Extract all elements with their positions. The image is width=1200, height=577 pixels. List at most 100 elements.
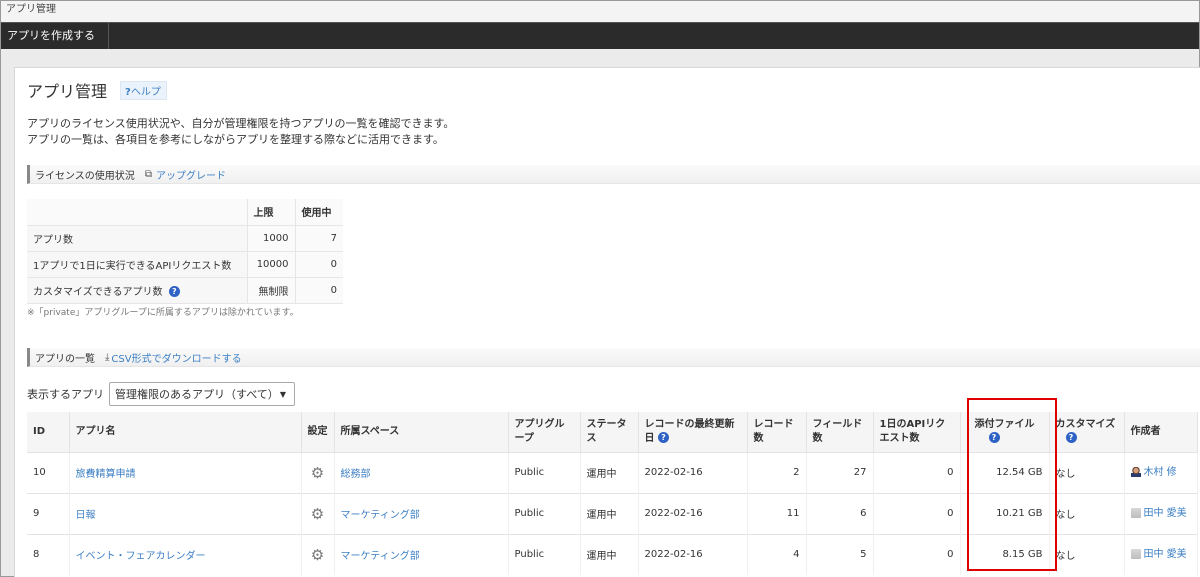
creator-link[interactable]: 田中 愛美 — [1144, 508, 1187, 519]
apps-section-header: アプリの一覧 ⤓ CSV形式でダウンロードする — [27, 348, 1200, 367]
license-table-header: 上限 使用中 — [27, 199, 343, 226]
row-name-cell: 旅費精算申請 — [69, 451, 302, 493]
license-row-used: 0 — [294, 277, 343, 304]
apps-table-header: ID アプリ名 設定 所属スペース アプリグループ ステータス レコードの最終更… — [27, 412, 1198, 452]
create-app-button[interactable]: アプリを作成する — [1, 23, 109, 49]
toolbar: アプリを作成する — [1, 22, 1199, 49]
row-id: 10 — [27, 451, 70, 493]
page-title: アプリ管理 — [27, 82, 108, 101]
space-link[interactable]: マーケティング部 — [341, 510, 420, 521]
row-api: 0 — [873, 533, 961, 575]
row-id: 9 — [27, 492, 70, 534]
question-icon[interactable]: ? — [988, 432, 1000, 444]
table-row: 10 旅費精算申請 ⚙ 総務部 Public 運用中 2022-02-16 2 … — [27, 451, 1198, 493]
col-api-requests[interactable]: 1日のAPIリクエスト数 — [873, 412, 961, 452]
csv-download-link[interactable]: CSV形式でダウンロードする — [111, 350, 241, 365]
row-fields: 27 — [806, 451, 874, 493]
col-last-updated[interactable]: レコードの最終更新日 ? — [638, 412, 748, 452]
row-space-cell: マーケティング部 — [334, 492, 509, 534]
gear-icon[interactable]: ⚙ — [301, 451, 335, 493]
user-avatar-icon — [1130, 549, 1141, 560]
row-status: 運用中 — [580, 533, 639, 575]
license-row: 1アプリで1日に実行できるAPIリクエスト数 10000 0 — [27, 251, 343, 278]
license-table: 上限 使用中 アプリ数 1000 7 1アプリで1日に実行できるAPIリクエスト… — [27, 199, 343, 304]
help-link[interactable]: ?ヘルプ — [120, 80, 167, 100]
apps-table: ID アプリ名 設定 所属スペース アプリグループ ステータス レコードの最終更… — [27, 412, 1198, 575]
license-row-limit: 1000 — [246, 225, 295, 252]
user-avatar-icon — [1130, 508, 1141, 518]
row-attachments: 10.21 GB — [960, 492, 1050, 534]
question-icon[interactable]: ? — [1065, 432, 1077, 444]
filter-label: 表示するアプリ — [27, 388, 104, 401]
row-group: Public — [508, 533, 581, 575]
row-customize: なし — [1049, 451, 1125, 493]
col-customize[interactable]: カスタマイズ? — [1049, 412, 1125, 452]
row-updated: 2022-02-16 — [638, 492, 748, 534]
description-line-2: アプリの一覧は、各項目を参考にしながらアプリを整理する際などに活用できます。 — [27, 133, 444, 146]
creator-link[interactable]: 田中 愛美 — [1144, 549, 1187, 560]
row-creator-cell: 木村 修 — [1124, 451, 1198, 493]
space-link[interactable]: 総務部 — [341, 469, 371, 480]
gear-icon[interactable]: ⚙ — [301, 492, 335, 534]
col-settings: 設定 — [301, 412, 335, 452]
app-name-link[interactable]: イベント・フェアカレンダー — [76, 551, 206, 562]
license-section-header: ライセンスの使用状況 ⧉ アップグレード — [27, 165, 1200, 184]
row-records: 11 — [747, 492, 807, 534]
license-row-used: 0 — [294, 251, 343, 278]
app-filter-select[interactable]: 管理権限のあるアプリ（すべて） ▼ — [109, 382, 295, 406]
page-header: アプリ管理 ?ヘルプ — [27, 78, 167, 102]
row-records: 4 — [747, 533, 807, 575]
row-customize: なし — [1049, 492, 1125, 534]
row-records: 2 — [747, 451, 807, 493]
app-name-link[interactable]: 旅費精算申請 — [76, 469, 136, 480]
row-fields: 5 — [806, 533, 874, 575]
license-row-used: 7 — [294, 225, 343, 252]
col-status[interactable]: ステータス — [580, 412, 639, 452]
row-name-cell: 日報 — [69, 492, 302, 534]
license-row-label-cell: カスタマイズできるアプリ数 ? — [27, 277, 247, 304]
col-attachments-label: 添付ファイル — [974, 418, 1035, 430]
col-creator[interactable]: 作成者 — [1124, 412, 1198, 452]
row-status: 運用中 — [580, 451, 639, 493]
row-space-cell: 総務部 — [334, 451, 509, 493]
row-id: 8 — [27, 533, 70, 575]
license-row-limit: 10000 — [246, 251, 295, 278]
row-fields: 6 — [806, 492, 874, 534]
license-row-limit: 無制限 — [246, 277, 295, 304]
row-attachments: 8.15 GB — [960, 533, 1050, 575]
external-window-icon: ⧉ — [144, 168, 152, 180]
row-creator-cell: 田中 愛美 — [1124, 492, 1198, 534]
row-status: 運用中 — [580, 492, 639, 534]
col-id[interactable]: ID — [27, 412, 70, 452]
col-customize-label: カスタマイズ — [1055, 418, 1116, 430]
col-app-group[interactable]: アプリグループ — [508, 412, 581, 452]
main-panel: アプリ管理 ?ヘルプ アプリのライセンス使用状況や、自分が管理権限を持つアプリの… — [14, 67, 1200, 577]
table-row: 8 イベント・フェアカレンダー ⚙ マーケティング部 Public 運用中 20… — [27, 533, 1198, 575]
row-attachments: 12.54 GB — [960, 451, 1050, 493]
apps-section-title: アプリの一覧 — [35, 353, 95, 365]
upgrade-link[interactable]: アップグレード — [156, 167, 226, 182]
col-records[interactable]: レコード数 — [747, 412, 807, 452]
license-col-limit: 上限 — [246, 199, 295, 226]
col-fields[interactable]: フィールド数 — [806, 412, 874, 452]
col-space[interactable]: 所属スペース — [334, 412, 509, 452]
license-section-title: ライセンスの使用状況 — [35, 170, 135, 182]
question-icon[interactable]: ? — [657, 432, 669, 444]
page-description: アプリのライセンス使用状況や、自分が管理権限を持つアプリの一覧を確認できます。 … — [27, 116, 454, 148]
col-attachments[interactable]: 添付ファイル? — [960, 412, 1050, 452]
creator-link[interactable]: 木村 修 — [1144, 467, 1177, 478]
question-icon[interactable]: ? — [168, 286, 180, 297]
filter-selected-value: 管理権限のあるアプリ（すべて） — [115, 388, 279, 401]
app-name-link[interactable]: 日報 — [76, 510, 96, 521]
space-link[interactable]: マーケティング部 — [341, 551, 420, 562]
row-space-cell: マーケティング部 — [334, 533, 509, 575]
table-row: 9 日報 ⚙ マーケティング部 Public 運用中 2022-02-16 11… — [27, 492, 1198, 534]
license-col-used: 使用中 — [294, 199, 343, 226]
download-icon: ⤓ — [105, 351, 110, 363]
col-app-name[interactable]: アプリ名 — [69, 412, 302, 452]
license-row: アプリ数 1000 7 — [27, 225, 343, 252]
row-name-cell: イベント・フェアカレンダー — [69, 533, 302, 575]
gear-icon[interactable]: ⚙ — [301, 533, 335, 575]
description-line-1: アプリのライセンス使用状況や、自分が管理権限を持つアプリの一覧を確認できます。 — [27, 117, 455, 130]
license-header-blank — [27, 199, 247, 226]
